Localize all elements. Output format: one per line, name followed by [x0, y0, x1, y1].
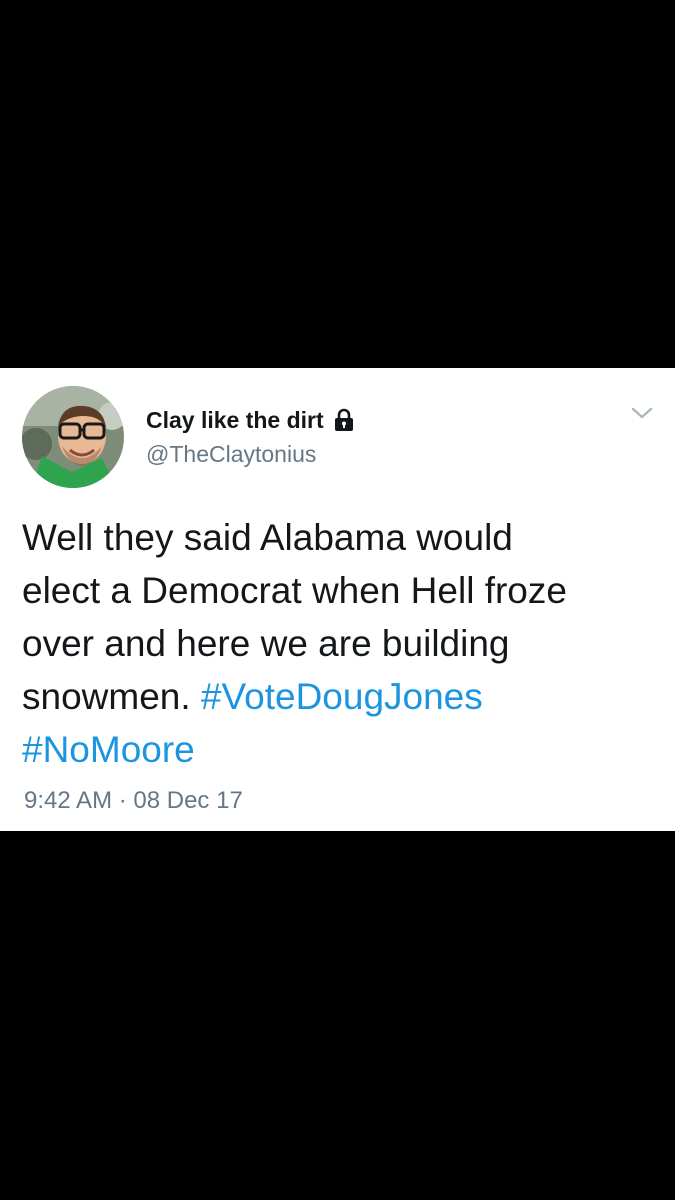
tweet-text-line-hashtag: #NoMoore: [22, 723, 652, 776]
tweet-card: Clay like the dirt @TheClaytonius Well t…: [0, 368, 675, 831]
tweet-text-line: Well they said Alabama would: [22, 517, 513, 558]
tweet-text: Well they said Alabama would elect a Dem…: [22, 511, 652, 776]
hashtag-link-votedougjones[interactable]: #VoteDougJones: [201, 676, 483, 717]
tweet-timestamp[interactable]: 9:42 AM · 08 Dec 17: [24, 787, 243, 815]
tweet-text-line: over and here we are building: [22, 623, 510, 664]
display-name[interactable]: Clay like the dirt: [146, 407, 324, 434]
lock-icon: [333, 408, 355, 432]
user-name-row: Clay like the dirt: [146, 405, 355, 435]
screenshot-frame: Clay like the dirt @TheClaytonius Well t…: [0, 0, 675, 1200]
hashtag-link-nomoore[interactable]: #NoMoore: [22, 729, 195, 770]
tweet-text-fragment: snowmen.: [22, 676, 191, 717]
tweet-text-line: elect a Democrat when Hell froze: [22, 570, 567, 611]
chevron-down-icon[interactable]: [628, 402, 656, 424]
user-handle[interactable]: @TheClaytonius: [146, 441, 316, 468]
avatar[interactable]: [22, 386, 124, 488]
tweet-text-line-with-hashtag: snowmen. #VoteDougJones: [22, 670, 652, 723]
